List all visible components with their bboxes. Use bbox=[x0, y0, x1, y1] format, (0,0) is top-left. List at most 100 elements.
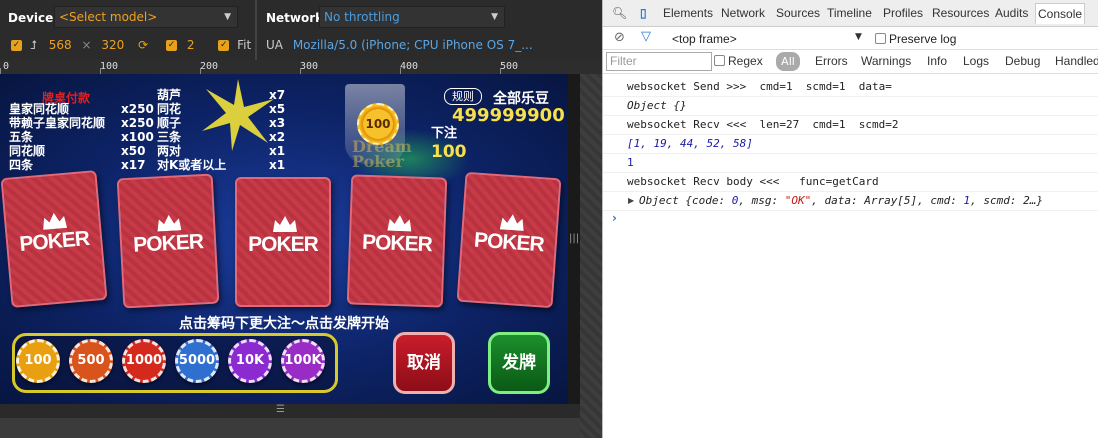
card-1[interactable]: POKER bbox=[0, 170, 108, 308]
swap-dimensions-icon[interactable]: ⮥ bbox=[30, 38, 37, 52]
paytable-hand: 三条 bbox=[157, 130, 182, 144]
devtools-tab-bar: 🔍︎ ▯ Elements Network Sources Timeline P… bbox=[603, 0, 1098, 27]
device-mode-icon[interactable]: ▯ bbox=[640, 6, 647, 20]
crown-icon bbox=[387, 215, 412, 232]
chevron-down-icon[interactable]: ▼ bbox=[855, 32, 862, 42]
paytable-right-names: 葫芦 同花 顺子 三条 两对 对K或者以上 bbox=[157, 88, 226, 172]
tab-network[interactable]: Network bbox=[721, 6, 765, 20]
filter-icon[interactable]: ▽ bbox=[641, 29, 651, 44]
fit-label: Fit bbox=[237, 38, 252, 52]
paytable-odds: x7 bbox=[269, 88, 286, 102]
dream-poker-logo: Dream Poker bbox=[352, 139, 412, 171]
card-4[interactable]: POKER bbox=[346, 174, 448, 308]
regex-checkbox[interactable] bbox=[714, 55, 725, 66]
paytable-hand: 同花 bbox=[157, 102, 182, 116]
console-message: [1, 19, 44, 52, 58] bbox=[627, 137, 753, 150]
network-throttle-select[interactable]: No throttling ▼ bbox=[319, 6, 505, 28]
preserve-log-label: Preserve log bbox=[889, 32, 957, 46]
chip-100k[interactable]: 100K bbox=[281, 339, 325, 383]
obj-key: , msg: bbox=[738, 194, 785, 207]
paytable-odds: x17 bbox=[121, 158, 146, 172]
obj-key: , scmd: 2…} bbox=[970, 194, 1044, 207]
level-all[interactable]: All bbox=[776, 52, 800, 71]
console-message: websocket Recv <<< len=27 cmd=1 scmd=2 bbox=[627, 118, 899, 131]
card-3[interactable]: POKER bbox=[235, 177, 331, 307]
tab-profiles[interactable]: Profiles bbox=[883, 6, 923, 20]
filter-input[interactable]: Filter bbox=[606, 52, 712, 71]
ruler-tick-label: 400 bbox=[400, 61, 419, 72]
tab-sources[interactable]: Sources bbox=[776, 6, 820, 20]
paytable-odds: x2 bbox=[269, 130, 286, 144]
tab-elements[interactable]: Elements bbox=[663, 6, 713, 20]
height-input[interactable]: 320 bbox=[101, 38, 124, 52]
scale-checkbox[interactable]: ✓ bbox=[166, 40, 177, 51]
chip-5000[interactable]: 5000 bbox=[175, 339, 219, 383]
rotate-icon[interactable]: ⟳ bbox=[138, 38, 148, 52]
paytable-hand: 同花顺 bbox=[9, 144, 46, 158]
gold-value: 499999900 bbox=[452, 105, 565, 126]
paytable-odds: x1 bbox=[269, 158, 286, 172]
devtools-panel: 🔍︎ ▯ Elements Network Sources Timeline P… bbox=[602, 0, 1098, 438]
user-agent-input[interactable]: Mozilla/5.0 (iPhone; CPU iPhone OS 7_... bbox=[293, 38, 533, 52]
preserve-log-option[interactable]: Preserve log bbox=[875, 32, 956, 46]
scale-input[interactable]: 2 bbox=[187, 38, 195, 52]
chip-100[interactable]: 100 bbox=[16, 339, 60, 383]
paytable-odds: x250 bbox=[121, 116, 154, 130]
chip-10k[interactable]: 10K bbox=[228, 339, 272, 383]
console-message: 1 bbox=[627, 156, 634, 169]
canvas-background bbox=[580, 74, 602, 438]
chip-500[interactable]: 500 bbox=[69, 339, 113, 383]
horizontal-ruler: 0 100 200 300 400 500 bbox=[0, 60, 602, 74]
card-label: POKER bbox=[473, 228, 545, 257]
ua-row: UA Mozilla/5.0 (iPhone; CPU iPhone OS 7_… bbox=[266, 38, 533, 52]
paytable-hand: 对K或者以上 bbox=[157, 158, 227, 172]
bet-label: 下注 bbox=[431, 126, 458, 141]
chip-1000[interactable]: 1000 bbox=[122, 339, 166, 383]
network-throttle-value: No throttling bbox=[324, 10, 400, 24]
console-divider bbox=[603, 191, 1098, 192]
width-input[interactable]: 568 bbox=[49, 38, 72, 52]
level-warnings[interactable]: Warnings bbox=[861, 54, 911, 68]
rules-button[interactable]: 规则 bbox=[444, 88, 482, 105]
bet-value: 100 bbox=[431, 142, 467, 162]
paytable-odds: x5 bbox=[269, 102, 286, 116]
expand-triangle-icon[interactable]: ▶ bbox=[628, 196, 634, 205]
clear-console-icon[interactable]: ⊘ bbox=[614, 30, 625, 45]
tab-timeline[interactable]: Timeline bbox=[827, 6, 872, 20]
deal-button[interactable]: 发牌 bbox=[488, 332, 550, 394]
fit-checkbox[interactable]: ✓ bbox=[218, 40, 230, 51]
resize-handle-horizontal-icon[interactable]: ||| bbox=[569, 233, 579, 244]
card-5[interactable]: POKER bbox=[456, 171, 562, 309]
regex-option[interactable]: Regex bbox=[714, 54, 763, 68]
console-message: websocket Recv body <<< func=getCard bbox=[627, 175, 879, 188]
frame-select[interactable]: <top frame> bbox=[672, 32, 737, 46]
device-model-select[interactable]: <Select model> ▼ bbox=[54, 6, 238, 28]
console-object[interactable]: Object {code: 0, msg: "OK", data: Array[… bbox=[639, 194, 1043, 207]
level-debug[interactable]: Debug bbox=[1005, 54, 1040, 68]
resize-handle-vertical-icon[interactable]: ☰ bbox=[276, 404, 285, 415]
ruler-tick-label: 300 bbox=[300, 61, 319, 72]
card-label: POKER bbox=[132, 230, 204, 257]
logo-text-line: Poker bbox=[352, 152, 404, 171]
level-logs[interactable]: Logs bbox=[963, 54, 989, 68]
device-emulation-panel: Device <Select model> ▼ ✓ ⮥ 568 × 320 ⟳ … bbox=[0, 0, 602, 438]
card-2[interactable]: POKER bbox=[116, 173, 220, 309]
resolution-checkbox[interactable]: ✓ bbox=[11, 40, 22, 51]
tab-resources[interactable]: Resources bbox=[932, 6, 989, 20]
cancel-button[interactable]: 取消 bbox=[393, 332, 455, 394]
console-prompt-icon[interactable]: › bbox=[612, 211, 617, 225]
inspect-icon[interactable]: 🔍︎ bbox=[612, 6, 627, 20]
level-errors[interactable]: Errors bbox=[815, 54, 848, 68]
level-info[interactable]: Info bbox=[927, 54, 947, 68]
tab-console[interactable]: Console bbox=[1035, 3, 1086, 24]
console-divider bbox=[603, 115, 1098, 116]
level-handled[interactable]: Handled bbox=[1055, 54, 1098, 68]
preserve-log-checkbox[interactable] bbox=[875, 33, 886, 44]
console-message: Object {} bbox=[627, 99, 687, 112]
paytable-odds: x50 bbox=[121, 144, 146, 158]
paytable-hand: 带赖子皇家同花顺 bbox=[9, 116, 106, 130]
tab-audits[interactable]: Audits bbox=[995, 6, 1028, 20]
dropdown-arrow-icon: ▼ bbox=[224, 12, 231, 22]
network-section: Network No throttling ▼ UA Mozilla/5.0 (… bbox=[257, 0, 602, 60]
crown-icon bbox=[273, 216, 297, 232]
